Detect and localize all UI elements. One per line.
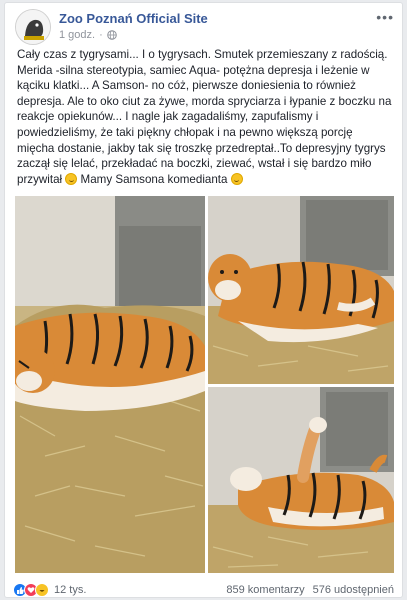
tiger-photo-3[interactable] xyxy=(208,387,394,573)
reactions-bar: 12 tys. 859 komentarzy 576 udostępnień xyxy=(13,581,394,599)
facebook-post: Zoo Poznań Official Site 1 godz. · ••• C… xyxy=(4,2,403,598)
post-stats: 859 komentarzy 576 udostępnień xyxy=(226,584,394,596)
tiger-lying-image xyxy=(15,196,205,573)
post-header: Zoo Poznań Official Site 1 godz. · ••• xyxy=(15,9,394,45)
tiger-photo-1[interactable] xyxy=(15,196,205,573)
post-text: Cały czas z tygrysami... I o tygrysach. … xyxy=(17,47,393,187)
shares-count[interactable]: 576 udostępnień xyxy=(313,584,394,596)
haha-reaction-icon[interactable] xyxy=(35,583,49,597)
post-text-part-1: Cały czas z tygrysami... I o tygrysach. … xyxy=(17,48,392,186)
reaction-count[interactable]: 12 tys. xyxy=(54,584,86,596)
post-meta: 1 godz. · xyxy=(59,29,117,41)
comments-count[interactable]: 859 komentarzy xyxy=(226,584,304,596)
tiger-photo-2[interactable] xyxy=(208,196,394,384)
smile-emoji-icon xyxy=(65,172,78,185)
zoo-logo-icon xyxy=(16,10,50,44)
post-timestamp[interactable]: 1 godz. xyxy=(59,29,95,41)
globe-icon[interactable] xyxy=(106,30,117,40)
meta-separator: · xyxy=(99,29,103,41)
more-options-icon[interactable]: ••• xyxy=(376,9,394,25)
tiger-rolling-image xyxy=(208,387,394,573)
post-text-part-2: Mamy Samsona komedianta xyxy=(77,172,231,186)
smile-emoji-icon xyxy=(230,172,243,185)
page-avatar[interactable] xyxy=(15,9,51,45)
page-name-link[interactable]: Zoo Poznań Official Site xyxy=(59,11,208,26)
tiger-resting-image xyxy=(208,196,394,384)
